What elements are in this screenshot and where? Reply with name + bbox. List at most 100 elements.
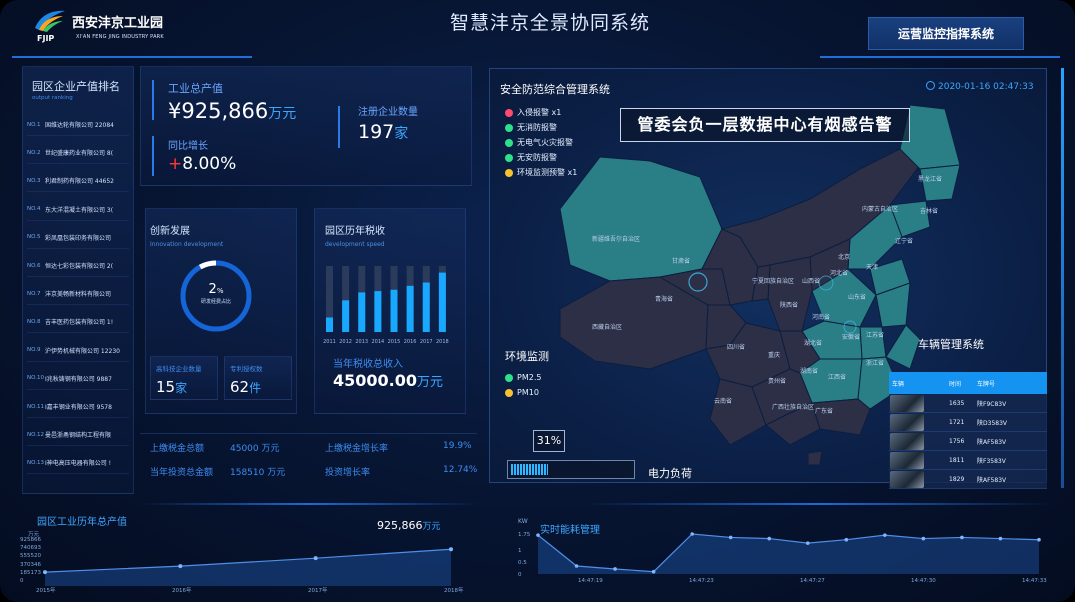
alarm-item[interactable]: 无消防报警 xyxy=(505,120,577,135)
ranking-row[interactable]: NO.7 沣京美畅新材料有限公司 xyxy=(27,283,129,306)
ranking-row[interactable]: NO.8 吉丰医药包装有限公司 1! xyxy=(27,311,129,334)
energy-point[interactable] xyxy=(921,536,926,541)
ranking-row[interactable]: NO.12 曼邑浙甬钢结构工程有限 xyxy=(27,424,129,447)
annual-point[interactable] xyxy=(313,556,318,561)
vehicle-row[interactable]: 1829 陕AF583V xyxy=(889,470,1047,489)
alarm-item[interactable]: 环境监测预警 x1 xyxy=(505,165,577,180)
page-title: 智慧沣京全景协同系统 xyxy=(449,12,650,34)
company-name: 沪伊势机械有限公司 12230 xyxy=(45,347,120,355)
ranking-row[interactable]: NO.3 利君制药有限公司 44652 xyxy=(27,170,129,193)
patent-label: 专利授权数 xyxy=(230,365,263,373)
company-name: I嘉丰钢业有限公司 9578 xyxy=(45,404,112,411)
vehicle-time: 1829 xyxy=(949,475,965,483)
tax-bar[interactable] xyxy=(422,282,430,333)
vehicle-photo xyxy=(890,470,924,488)
env-title: 环境监测 xyxy=(505,350,549,363)
energy-point[interactable] xyxy=(805,541,810,545)
tax-bar[interactable] xyxy=(390,289,398,332)
gauge-unit: % xyxy=(216,287,224,295)
alarm-item[interactable]: 无电气火灾报警 xyxy=(505,135,577,150)
ranking-row[interactable]: NO.13 I神电高压电器有限公司 ! xyxy=(27,452,129,475)
annual-point[interactable] xyxy=(43,570,47,575)
energy-y-tick: 0 xyxy=(518,572,522,578)
vehicle-row[interactable]: 1721 陕D3583V xyxy=(889,413,1047,432)
patent-number: 62 xyxy=(230,378,250,396)
accent-bar xyxy=(338,106,340,148)
tax-growth-value: 19.9% xyxy=(443,441,472,451)
alarm-item[interactable]: 入侵报警 x1 xyxy=(505,105,577,120)
energy-point[interactable] xyxy=(998,536,1003,541)
map-label-shandong: 山东省 xyxy=(848,294,867,301)
ranking-row[interactable]: NO.9 沪伊势机械有限公司 12230 xyxy=(27,340,129,362)
vehicle-time: 1721 xyxy=(949,418,965,426)
alarm-label: 无安防报警 xyxy=(517,153,557,162)
alarm-label: 入侵报警 x1 xyxy=(517,108,562,117)
map-label-beijing: 北京 xyxy=(838,254,851,261)
map-label-guangdong: 广东省 xyxy=(815,408,834,415)
company-name: 利君制药有限公司 44652 xyxy=(45,178,114,186)
energy-point[interactable] xyxy=(728,535,733,540)
vehicle-plate: 陕F3583V xyxy=(977,457,1006,465)
vehicle-row[interactable]: 1811 陕F3583V xyxy=(889,451,1047,470)
annual-point[interactable] xyxy=(449,547,453,552)
vehicle-time: 1811 xyxy=(949,456,965,464)
energy-point[interactable] xyxy=(767,536,772,541)
energy-point[interactable] xyxy=(536,533,540,537)
output-unit: 万元 xyxy=(268,106,297,122)
scrollbar[interactable] xyxy=(1061,68,1064,488)
annual-x-tick: 2018年 xyxy=(444,588,464,594)
company-name: 沣京美畅新材料有限公司 xyxy=(45,291,112,299)
map-label-hubei: 湖北省 xyxy=(804,340,823,347)
ranking-row[interactable]: NO.11 I嘉丰钢业有限公司 9578 xyxy=(27,396,129,418)
yoy-label: 同比增长 xyxy=(168,141,208,152)
tax-bar[interactable] xyxy=(374,291,382,332)
map-label-xizang: 西藏自治区 xyxy=(592,324,623,331)
map-label-qinghai: 青海省 xyxy=(655,296,674,303)
ranking-row[interactable]: NO.10 I兆秋铸钢有限公司 9887 xyxy=(27,368,129,390)
ranking-row[interactable]: NO.1 国维达轮有限公司 22084 xyxy=(27,114,129,136)
smoke-alert-banner[interactable]: 管委会负一层数据中心有烟感告警 xyxy=(620,108,910,142)
tax-bar[interactable] xyxy=(342,300,350,332)
rank-number: NO.6 xyxy=(27,262,41,269)
energy-point[interactable] xyxy=(613,567,617,571)
map-label-neimenggu: 内蒙古自治区 xyxy=(862,206,899,213)
vehicle-table-header: 车辆 时间 车牌号 xyxy=(889,372,1047,394)
energy-point[interactable] xyxy=(960,535,964,540)
map-label-tianjin: 天津 xyxy=(866,264,879,271)
ranking-row[interactable]: NO.6 恒达七彩包装有限公司 2( xyxy=(27,255,129,277)
tax-bar[interactable] xyxy=(438,272,446,332)
energy-point[interactable] xyxy=(690,532,694,536)
vehicle-row[interactable]: 1635 陕F9C83V xyxy=(889,394,1047,413)
env-item[interactable]: PM2.5 xyxy=(505,370,541,385)
ranking-subtitle: output ranking xyxy=(32,95,73,101)
vehicle-row[interactable]: 1756 陕AF583V xyxy=(889,432,1047,451)
map-label-anhui: 安徽省 xyxy=(842,334,861,341)
tax-bar[interactable] xyxy=(326,317,333,332)
ranking-row[interactable]: NO.2 世纪盛康药业有限公司 8( xyxy=(27,142,129,165)
reg-unit: 家 xyxy=(394,126,409,142)
energy-point[interactable] xyxy=(651,569,656,574)
tax-year-label: 2017 xyxy=(420,339,433,345)
vehicle-table: 车辆 时间 车牌号 1635 陕F9C83V 1721 陕D3583V 1756 陕AF5… xyxy=(889,372,1047,489)
energy-point[interactable] xyxy=(844,537,849,542)
vehicle-col-plate: 车牌号 xyxy=(977,380,996,388)
energy-point[interactable] xyxy=(883,533,887,537)
energy-point[interactable] xyxy=(574,564,579,568)
tax-bar[interactable] xyxy=(358,292,366,332)
ranking-row[interactable]: NO.5 彩凤凰包装印务有限公司 xyxy=(27,227,129,249)
alarm-item[interactable]: 无安防报警 xyxy=(505,150,577,165)
tax-year-label: 2016 xyxy=(404,339,417,345)
tax-bar[interactable] xyxy=(406,285,414,332)
annual-point[interactable] xyxy=(178,564,183,569)
annual-y-tick: 0 xyxy=(20,578,24,584)
accent-bar xyxy=(152,80,154,120)
energy-x-tick: 14:47:19 xyxy=(578,578,603,584)
rank-number: NO.4 xyxy=(27,206,41,213)
vehicle-photo xyxy=(890,432,924,450)
env-item[interactable]: PM10 xyxy=(505,385,541,400)
vehicle-photo xyxy=(890,451,924,469)
ranking-row[interactable]: NO.4 东大洋混凝土有限公司 3( xyxy=(27,199,129,221)
energy-point[interactable] xyxy=(1037,537,1041,542)
ops-monitor-button[interactable]: 运营监控指挥系统 xyxy=(868,17,1024,50)
annual-output-total: 925,866万元 xyxy=(377,514,441,533)
